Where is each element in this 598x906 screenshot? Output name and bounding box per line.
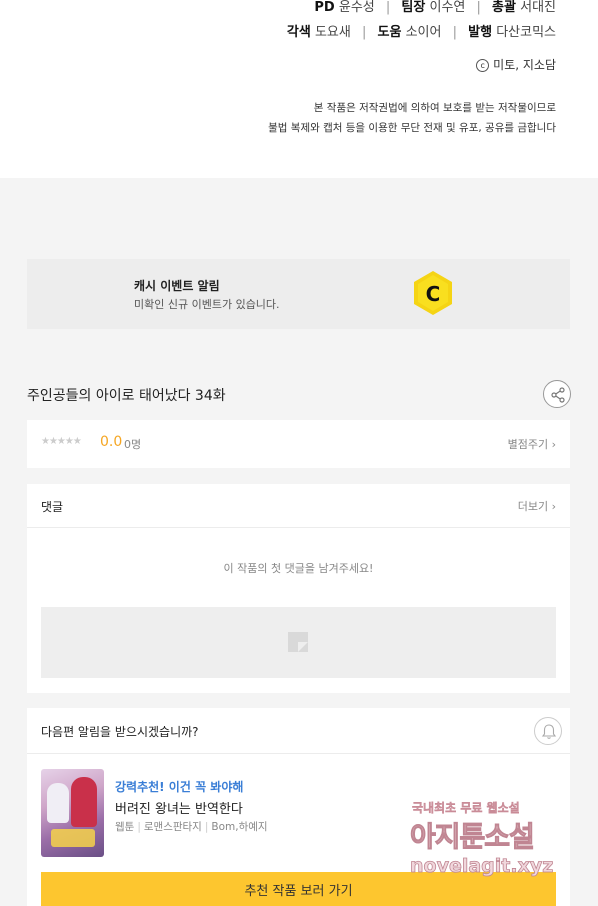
- cash-event-subtitle: 미확인 신규 이벤트가 있습니다.: [134, 298, 280, 311]
- publisher-value: 다산코믹스: [496, 25, 556, 40]
- comment-write-icon: [288, 632, 308, 652]
- copyright-notice-line1: 본 작품은 저작권법에 의하여 보호를 받는 저작물이므로: [313, 102, 556, 114]
- thumbnail-figure: [71, 777, 97, 827]
- recommended-work-thumbnail[interactable]: [41, 769, 104, 857]
- bell-icon: [541, 724, 557, 739]
- cash-event-banner[interactable]: 캐시 이벤트 알림 미확인 신규 이벤트가 있습니다. C: [27, 259, 570, 329]
- copyright-text: 미토, 지소담: [493, 58, 556, 72]
- rating-count: 0명: [124, 438, 142, 451]
- alarm-header: 다음편 알림을 받으시겠습니까?: [27, 708, 570, 754]
- thumbnail-figure: [47, 783, 69, 823]
- lead-label: 팀장: [401, 0, 426, 15]
- divider: |: [361, 25, 367, 40]
- divider: |: [476, 0, 481, 15]
- lead-value: 이수연: [429, 0, 466, 15]
- chief-label: 총괄: [492, 0, 516, 15]
- comment-input[interactable]: [41, 607, 556, 678]
- episode-title: 주인공들의 아이로 태어났다 34화: [27, 388, 226, 404]
- chief-value: 서대진: [520, 0, 556, 15]
- copyright: c 미토, 지소담: [476, 56, 556, 73]
- recommended-work-meta: 웹툰 | 로맨스판타지 | Bom,하예지: [115, 821, 268, 833]
- rate-button[interactable]: 별점주기 ›: [508, 436, 556, 452]
- recommended-work-title[interactable]: 버려진 왕녀는 반역한다: [115, 798, 243, 817]
- cash-coin-letter: C: [426, 282, 441, 306]
- share-icon: [551, 387, 565, 403]
- comment-header: 댓글 더보기 ›: [27, 484, 570, 528]
- pd-label: PD: [314, 0, 335, 15]
- work-authors: Bom,하예지: [211, 821, 268, 833]
- alarm-toggle-button[interactable]: [534, 717, 562, 745]
- credit-line-production: 각색 도요새 | 도움 소이어 | 발행 다산코믹스: [287, 21, 556, 40]
- copyright-notice-line2: 불법 복제와 캡처 등을 이용한 무단 전재 및 유포, 공유를 금합니다: [268, 122, 556, 134]
- copyright-icon: c: [476, 59, 490, 72]
- comment-label: 댓글: [41, 500, 64, 514]
- credit-line-staff: PD 윤수성 | 팀장 이수연 | 총괄 서대진: [314, 0, 556, 15]
- adapt-label: 각색: [286, 25, 311, 40]
- assist-value: 소이어: [405, 25, 442, 40]
- work-type: 웹툰: [115, 821, 135, 833]
- comment-empty-message: 이 작품의 첫 댓글을 남겨주세요!: [223, 562, 374, 575]
- pd-value: 윤수성: [338, 0, 375, 15]
- cash-coin-icon: C: [414, 271, 452, 315]
- rating-card: ★★★★★ 0.0 0명 별점주기 ›: [27, 420, 570, 468]
- site-watermark: 국내최초 무료 웹소설 아지툰소설 novelagit.xyz: [408, 795, 588, 890]
- work-genre: 로맨스판타지: [143, 821, 202, 833]
- credits-section: PD 윤수성 | 팀장 이수연 | 총괄 서대진 각색 도요새 | 도움 소이어…: [0, 0, 598, 178]
- comment-section: 댓글 더보기 › 이 작품의 첫 댓글을 남겨주세요!: [27, 484, 570, 693]
- publisher-label: 발행: [468, 25, 493, 40]
- watermark-line2: 아지툰소설: [410, 820, 536, 854]
- thumbnail-logo: [51, 829, 95, 847]
- cash-event-title: 캐시 이벤트 알림: [134, 279, 220, 293]
- rating-stars: ★★★★★: [41, 436, 82, 447]
- comment-more-link[interactable]: 더보기 ›: [518, 498, 556, 514]
- divider: |: [452, 25, 457, 40]
- assist-label: 도움: [377, 25, 402, 40]
- rating-score: 0.0: [100, 434, 123, 450]
- share-button[interactable]: [543, 380, 571, 408]
- watermark-line1: 국내최초 무료 웹소설: [412, 801, 520, 815]
- alarm-question: 다음편 알림을 받으시겠습니까?: [41, 725, 199, 739]
- divider: |: [385, 0, 391, 15]
- watermark-line3: novelagit.xyz: [410, 855, 554, 878]
- adapt-value: 도요새: [314, 25, 351, 40]
- recommendation-tag: 강력추천! 이건 꼭 봐야해: [115, 780, 244, 794]
